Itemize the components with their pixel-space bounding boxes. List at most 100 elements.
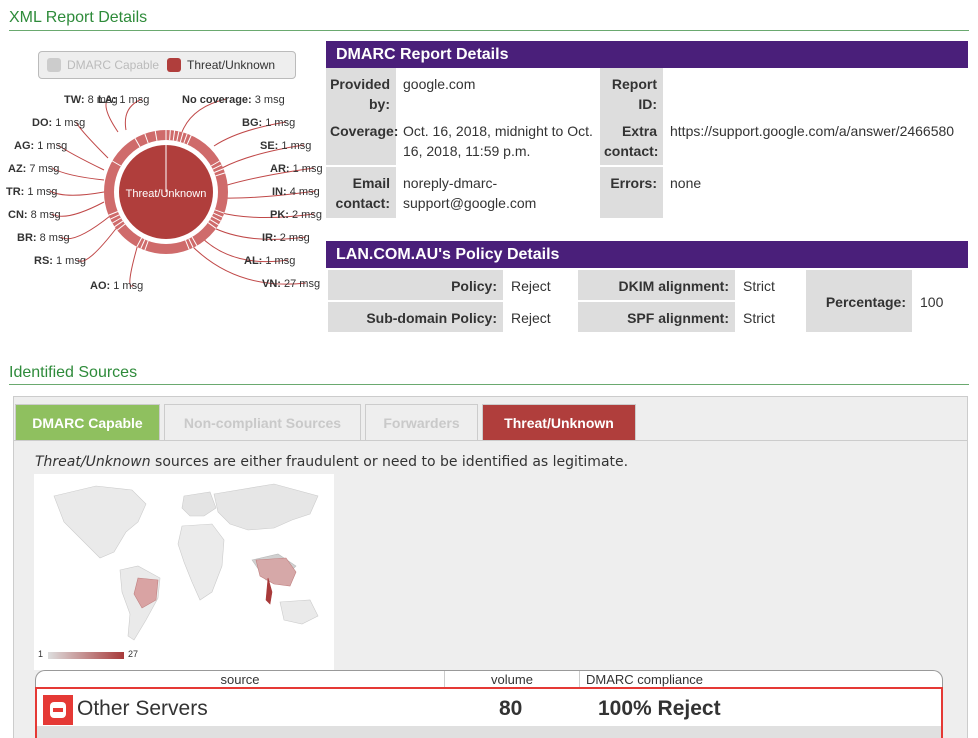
threat-description-emph: Threat/Unknown [35,454,151,470]
donut-label-code: RS: [34,255,53,267]
donut-label-code: IN: [272,186,287,198]
donut-leader-line [51,167,105,181]
donut-label-count: 2 msg [277,232,310,244]
tab-dmarc-capable[interactable]: DMARC Capable [15,404,160,440]
donut-label-count: 7 msg [26,163,59,175]
donut-label: AL: 1 msg [244,255,295,267]
dkim-alignment-value: Strict [743,278,775,294]
column-header-volume[interactable]: volume [445,671,579,688]
row-source: Other Servers [77,697,208,720]
errors-value: none [670,175,702,191]
donut-label-code: DO: [32,117,52,129]
provided-by-value: google.com [403,76,476,92]
policy-header: LAN.COM.AU's Policy Details [326,241,968,268]
donut-label: LA: 1 msg [98,94,149,106]
world-map-svg [34,474,334,650]
tabs-underline [14,440,967,441]
row-volume: 80 [499,697,523,720]
donut-label: AG: 1 msg [14,140,67,152]
policy-label: Policy: [328,270,503,300]
donut-label: PK: 2 msg [270,209,322,221]
donut-label-count: 1 msg [110,280,143,292]
coverage-value: Oct. 16, 2018, midnight to Oct. 16, 2018… [403,123,593,159]
donut-label-code: AG: [14,140,34,152]
donut-label: SE: 1 msg [260,140,311,152]
report-id-label: Report ID: [600,68,663,115]
map-scale-bar [48,652,124,659]
donut-label-count: 4 msg [287,186,320,198]
donut-label-code: AZ: [8,163,26,175]
tab-forwarders[interactable]: Forwarders [365,404,478,440]
table-row[interactable]: Other Servers 80 100% Reject [35,687,943,738]
donut-label: No coverage: 3 msg [182,94,285,106]
donut-svg: Threat/Unknown TW: 8 msg LA: 1 msg DO: 1 m… [6,94,323,292]
donut-label-count: 1 msg [52,117,85,129]
tab-non-compliant-sources[interactable]: Non-compliant Sources [164,404,361,440]
row-band [37,726,941,738]
donut-label: AZ: 7 msg [8,163,59,175]
donut-label-count: 1 msg [53,255,86,267]
donut-label-code: BG: [242,117,262,129]
donut-label-code: BR: [17,232,37,244]
donut-label: IR: 2 msg [262,232,310,244]
world-map[interactable]: 1 27 [34,474,334,670]
donut-label-count: 1 msg [34,140,67,152]
column-header-source[interactable]: source [36,671,444,688]
dmarc-report-header: DMARC Report Details [326,41,968,68]
extra-contact-label: Extra contact: [600,115,663,165]
report-id-value [664,68,968,115]
extra-contact-value[interactable]: https://support.google.com/a/answer/2466… [664,115,968,165]
column-header-dmarc-compliance[interactable]: DMARC compliance [586,671,886,688]
donut-label-code: TR: [6,186,24,198]
row-compliance: 100% Reject [598,697,721,720]
column-divider [579,671,580,688]
donut-label-code: AO: [90,280,110,292]
donut-label: AR: 1 msg [270,163,323,175]
donut-leader-line [49,190,105,196]
map-scale-min: 1 [38,649,44,659]
donut-label-code: SE: [260,140,278,152]
donut-label-code: AR: [270,163,290,175]
threat-description: Threat/Unknown sources are either fraudu… [35,454,628,470]
email-contact-value: noreply-dmarc-support@google.com [403,175,537,211]
percentage-label: Percentage: [806,270,912,332]
sources-section-title: Identified Sources [9,364,138,381]
sources-grid-header: source volume DMARC compliance [35,670,943,688]
donut-label: CN: 8 msg [8,209,61,221]
donut-chart-area: DMARC Capable Threat/Unknown Threat/Unkn… [0,40,330,300]
minus-icon [50,702,66,718]
subdomain-policy-label: Sub-domain Policy: [328,302,503,332]
donut-label: BG: 1 msg [242,117,295,129]
donut-label: RS: 1 msg [34,255,86,267]
donut-label-count: 1 msg [262,255,295,267]
policy-value: Reject [511,278,551,294]
dkim-alignment-label: DKIM alignment: [578,270,735,300]
donut-label: IN: 4 msg [272,186,320,198]
subdomain-policy-value: Reject [511,310,551,326]
donut-center-label: Threat/Unknown [126,188,207,200]
donut-label-count: 27 msg [281,278,320,290]
donut-label-count: 1 msg [290,163,323,175]
donut-label-code: CN: [8,209,28,221]
spf-alignment-label: SPF alignment: [578,302,735,332]
donut-label-code: VN: [262,278,281,290]
threat-description-rest: sources are either fraudulent or need to… [150,454,629,470]
sources-section-rule [9,384,969,385]
donut-label-count: 2 msg [289,209,322,221]
report-section-title: XML Report Details [9,9,148,26]
donut-label-count: 3 msg [252,94,285,106]
percentage-value: 100 [920,294,944,310]
donut-label: AO: 1 msg [90,280,143,292]
map-scale-max: 27 [128,649,139,659]
donut-label-code: No coverage: [182,94,252,106]
donut-slice-separator [169,130,171,141]
donut-label-count: 8 msg [37,232,70,244]
donut-label-count: 1 msg [278,140,311,152]
tab-threat-unknown[interactable]: Threat/Unknown [482,404,636,440]
spf-alignment-value: Strict [743,310,775,326]
donut-label-count: 1 msg [262,117,295,129]
collapse-icon[interactable] [43,695,73,725]
donut-label-count: 1 msg [24,186,57,198]
donut-label: DO: 1 msg [32,117,85,129]
donut-label-code: TW: [64,94,85,106]
